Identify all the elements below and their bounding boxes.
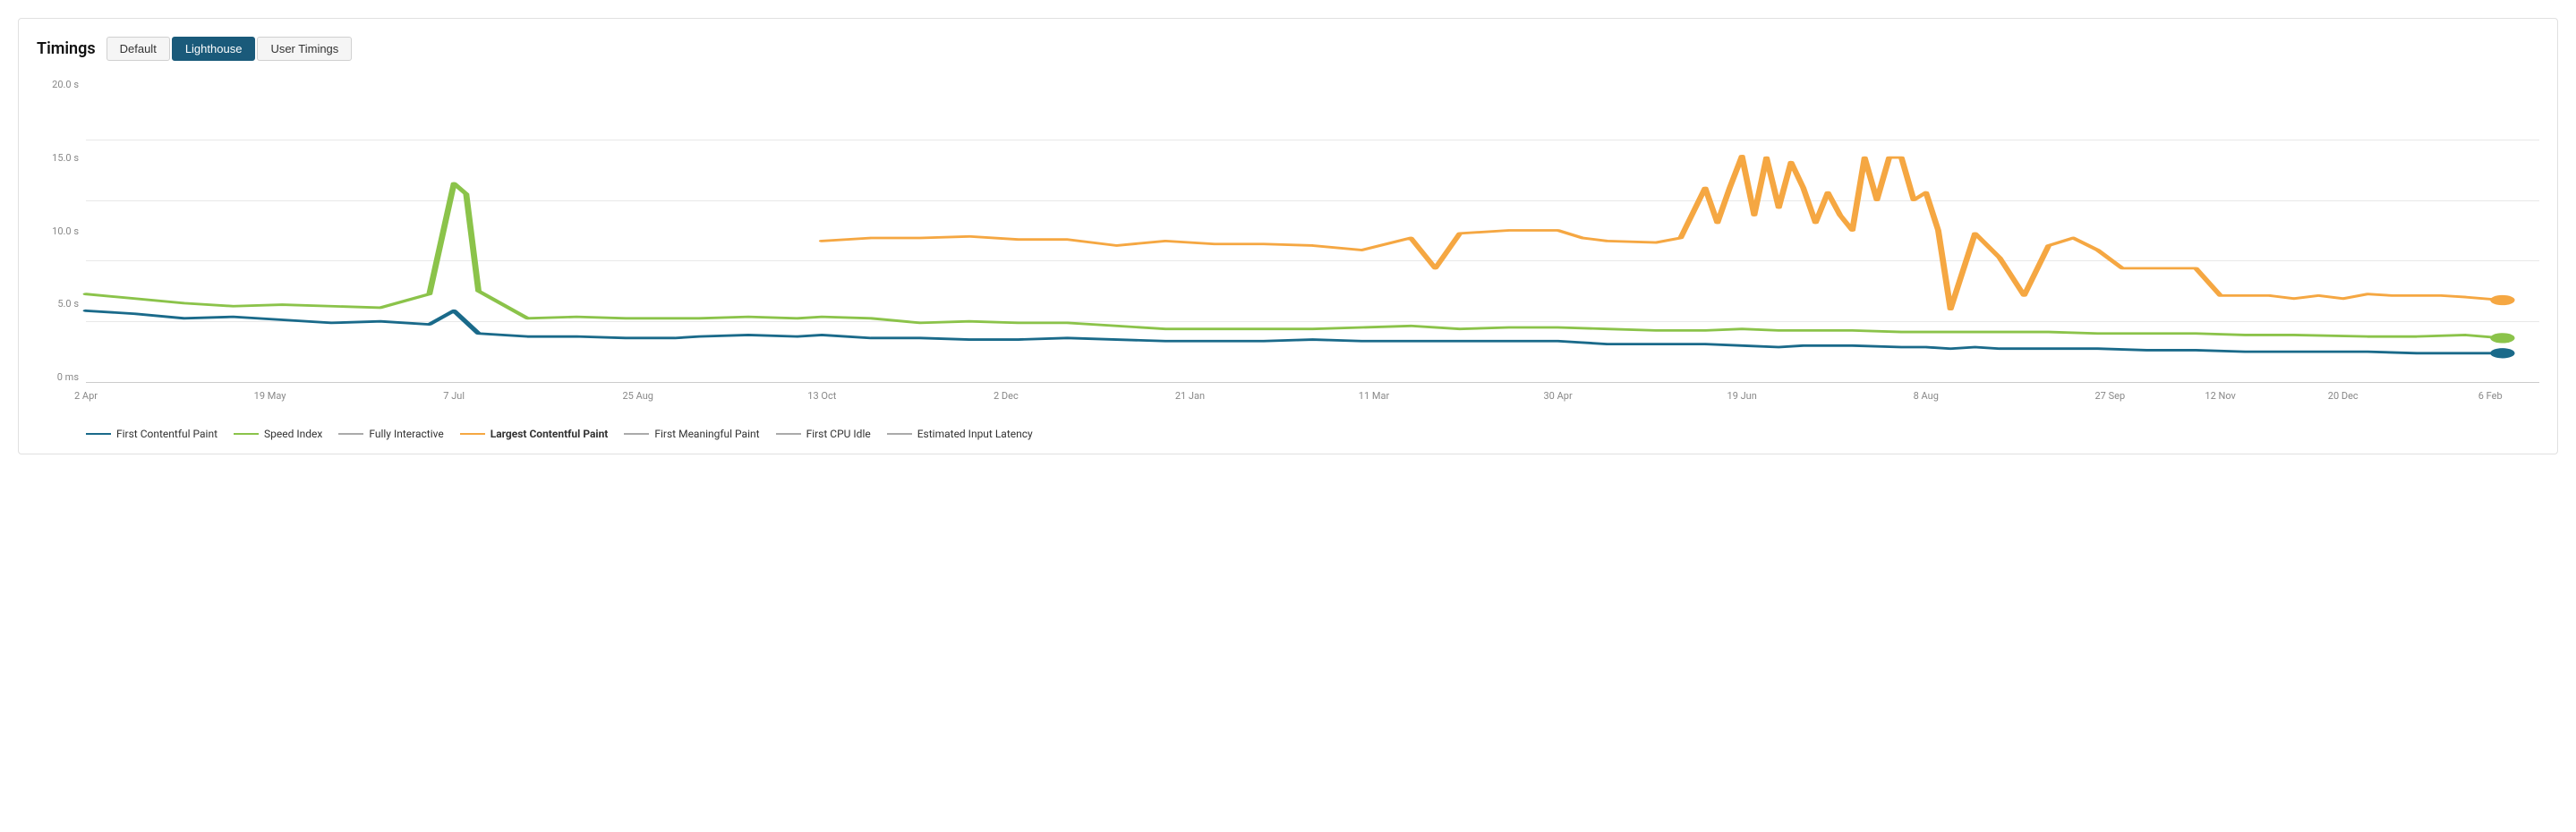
legend-line-eil [887, 433, 912, 435]
x-label: 12 Nov [2205, 390, 2235, 402]
y-label: 10.0 s [52, 225, 79, 237]
x-label: 20 Dec [2328, 390, 2358, 402]
chart-plot [86, 79, 2539, 383]
tab-lighthouse[interactable]: Lighthouse [172, 37, 256, 61]
legend-label-si: Speed Index [264, 428, 322, 440]
legend-item-lcp: Largest Contentful Paint [460, 428, 609, 440]
x-label: 8 Aug [1914, 390, 1939, 402]
x-label: 19 Jun [1727, 390, 1757, 402]
legend-row: First Contentful Paint Speed Index Fully I… [37, 428, 2539, 440]
x-label: 30 Apr [1544, 390, 1573, 402]
x-label: 6 Feb [2478, 390, 2503, 402]
y-label: 0 ms [57, 371, 79, 383]
chart-area: 20.0 s 15.0 s 10.0 s 5.0 s 0 ms 2 Apr 19 May 7… [37, 79, 2539, 419]
legend-label-fmp: First Meaningful Paint [654, 428, 759, 440]
legend-line-fci [776, 433, 801, 435]
x-label: 7 Jul [443, 390, 465, 402]
tab-default[interactable]: Default [107, 37, 170, 61]
legend-label-lcp: Largest Contentful Paint [490, 428, 609, 440]
legend-item-fci: First CPU Idle [776, 428, 871, 440]
x-label: 19 May [254, 390, 286, 402]
y-label: 5.0 s [57, 298, 79, 310]
timings-panel: Timings DefaultLighthouseUser Timings 20… [18, 18, 2558, 454]
legend-item-fmp: First Meaningful Paint [624, 428, 759, 440]
legend-label-fi: Fully Interactive [369, 428, 443, 440]
legend-line-fmp [624, 433, 649, 435]
section-title: Timings [37, 39, 96, 58]
legend-label-fcp: First Contentful Paint [116, 428, 218, 440]
legend-item-si: Speed Index [234, 428, 322, 440]
x-label: 2 Apr [74, 390, 98, 402]
chart-svg [86, 79, 2539, 382]
x-label: 21 Jan [1175, 390, 1205, 402]
x-label: 2 Dec [994, 390, 1019, 402]
x-label: 11 Mar [1359, 390, 1389, 402]
legend-item-eil: Estimated Input Latency [887, 428, 1033, 440]
legend-line-si [234, 433, 259, 435]
y-label: 15.0 s [52, 152, 79, 164]
legend-item-fi: Fully Interactive [338, 428, 443, 440]
legend-label-eil: Estimated Input Latency [917, 428, 1033, 440]
tab-user-timings[interactable]: User Timings [257, 37, 352, 61]
tab-group: DefaultLighthouseUser Timings [107, 37, 353, 61]
legend-line-fi [338, 433, 363, 435]
legend-line-lcp [460, 433, 485, 435]
legend-item-fcp: First Contentful Paint [86, 428, 218, 440]
x-axis: 2 Apr19 May7 Jul25 Aug13 Oct2 Dec21 Jan1… [86, 385, 2539, 419]
y-label: 20.0 s [52, 79, 79, 90]
header-row: Timings DefaultLighthouseUser Timings [37, 37, 2539, 61]
x-label: 25 Aug [622, 390, 653, 402]
x-label: 13 Oct [807, 390, 836, 402]
legend-label-fci: First CPU Idle [806, 428, 871, 440]
legend-line-fcp [86, 433, 111, 435]
x-label: 27 Sep [2094, 390, 2125, 402]
y-axis: 20.0 s 15.0 s 10.0 s 5.0 s 0 ms [37, 79, 86, 383]
